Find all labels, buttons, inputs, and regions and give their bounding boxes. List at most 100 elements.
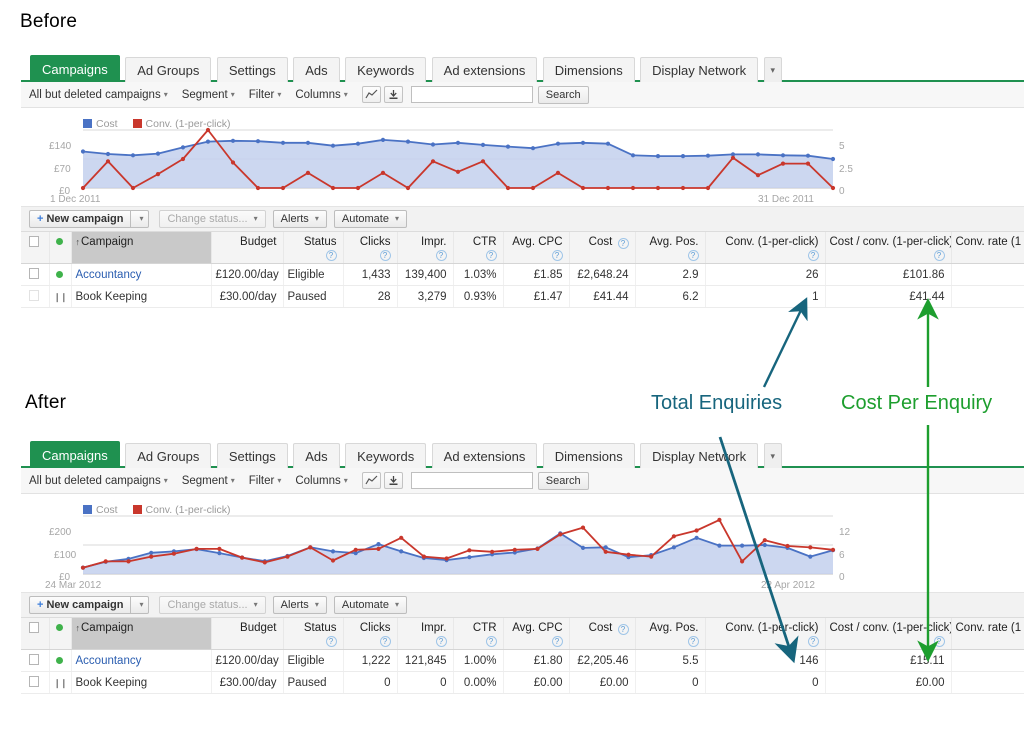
new-campaign-button[interactable]: + New campaign (29, 210, 132, 228)
tab-settings[interactable]: Settings (216, 57, 288, 82)
tab-overflow-chevron-down-icon[interactable]: ▾ (763, 57, 783, 82)
tab-ad-groups[interactable]: Ad Groups (125, 443, 212, 468)
table-row[interactable]: Accountancy £120.00/day Eligible 1,222 1… (21, 649, 1024, 672)
help-icon[interactable]: ? (435, 636, 447, 647)
th-cost[interactable]: Cost ? (569, 232, 636, 264)
help-icon[interactable]: ? (687, 636, 699, 647)
th-status[interactable]: Status? (283, 618, 344, 650)
th-clicks[interactable]: Clicks? (343, 618, 398, 650)
th-ctr[interactable]: CTR? (453, 618, 504, 650)
tab-campaigns[interactable]: Campaigns (30, 55, 120, 82)
th-conv-rate[interactable]: Conv. rate (1 (951, 232, 1024, 264)
table-row[interactable]: ❙❙ Book Keeping £30.00/day Paused 0 0 0.… (21, 671, 1024, 694)
campaign-link[interactable]: Book Keeping (76, 291, 148, 303)
campaign-scope-dropdown[interactable]: All but deleted campaigns ▾ (29, 475, 168, 487)
new-campaign-button[interactable]: + New campaign (29, 596, 132, 614)
help-icon[interactable]: ? (617, 624, 629, 635)
tab-settings[interactable]: Settings (216, 443, 288, 468)
checkbox-icon[interactable] (28, 289, 39, 301)
download-icon-button[interactable] (383, 86, 403, 103)
filter-dropdown[interactable]: Filter ▾ (249, 89, 282, 101)
columns-dropdown[interactable]: Columns ▾ (295, 475, 347, 487)
tab-ads[interactable]: Ads (293, 57, 340, 82)
tab-ad-groups[interactable]: Ad Groups (125, 57, 212, 82)
tab-keywords[interactable]: Keywords (345, 57, 427, 82)
th-select-all[interactable] (21, 618, 50, 650)
search-button[interactable]: Search (537, 471, 589, 490)
row-campaign[interactable]: Accountancy (71, 263, 212, 286)
help-icon[interactable]: ? (807, 250, 819, 261)
change-status-button[interactable]: Change status... ▾ (159, 210, 266, 228)
th-cost[interactable]: Cost ? (569, 618, 636, 650)
search-input[interactable] (410, 472, 533, 489)
row-checkbox[interactable] (21, 671, 50, 694)
help-icon[interactable]: ? (933, 636, 945, 647)
table-row[interactable]: Accountancy £120.00/day Eligible 1,433 1… (21, 263, 1024, 286)
checkbox-icon[interactable] (28, 236, 39, 247)
tab-dimensions[interactable]: Dimensions (542, 443, 635, 468)
campaign-link[interactable]: Accountancy (76, 269, 142, 281)
checkbox-icon[interactable] (28, 653, 39, 665)
new-campaign-dropdown[interactable]: ▾ (131, 596, 150, 614)
th-conv-rate[interactable]: Conv. rate (1 (951, 618, 1024, 650)
th-status[interactable]: Status? (283, 232, 344, 264)
help-icon[interactable]: ? (435, 250, 447, 261)
tab-ad-extensions[interactable]: Ad extensions (431, 57, 538, 82)
th-impressions[interactable]: Impr.? (397, 618, 454, 650)
th-cost-per-conversion[interactable]: Cost / conv. (1-per-click)? (825, 232, 952, 264)
table-row[interactable]: ❙❙ Book Keeping £30.00/day Paused 28 3,2… (21, 285, 1024, 308)
row-campaign[interactable]: Book Keeping (71, 671, 212, 694)
help-icon[interactable]: ? (325, 250, 337, 261)
tab-ads[interactable]: Ads (293, 443, 340, 468)
help-icon[interactable]: ? (379, 250, 391, 261)
alerts-button[interactable]: Alerts ▾ (272, 596, 327, 614)
row-checkbox[interactable] (21, 263, 50, 286)
th-avg-cpc[interactable]: Avg. CPC? (503, 232, 570, 264)
row-campaign[interactable]: Book Keeping (71, 285, 212, 308)
help-icon[interactable]: ? (379, 636, 391, 647)
tab-campaigns[interactable]: Campaigns (30, 441, 120, 468)
th-avg-pos[interactable]: Avg. Pos.? (635, 618, 706, 650)
tab-ad-extensions[interactable]: Ad extensions (431, 443, 538, 468)
tab-overflow-chevron-down-icon[interactable]: ▾ (763, 443, 783, 468)
chart-icon-button[interactable] (361, 472, 381, 489)
automate-button[interactable]: Automate ▾ (333, 210, 408, 228)
th-impressions[interactable]: Impr.? (397, 232, 454, 264)
search-input[interactable] (410, 86, 533, 103)
new-campaign-dropdown[interactable]: ▾ (131, 210, 150, 228)
th-conversions[interactable]: Conv. (1-per-click)? (705, 232, 826, 264)
help-icon[interactable]: ? (807, 636, 819, 647)
th-avg-cpc[interactable]: Avg. CPC? (503, 618, 570, 650)
change-status-button[interactable]: Change status... ▾ (159, 596, 266, 614)
download-icon-button[interactable] (383, 472, 403, 489)
th-clicks[interactable]: Clicks? (343, 232, 398, 264)
th-ctr[interactable]: CTR? (453, 232, 504, 264)
columns-dropdown[interactable]: Columns ▾ (295, 89, 347, 101)
tab-display-network[interactable]: Display Network (640, 57, 759, 82)
campaign-link[interactable]: Accountancy (76, 655, 142, 667)
campaign-scope-dropdown[interactable]: All but deleted campaigns ▾ (29, 89, 168, 101)
th-campaign[interactable]: ↑Campaign (71, 618, 212, 650)
tab-dimensions[interactable]: Dimensions (542, 57, 635, 82)
th-conversions[interactable]: Conv. (1-per-click)? (705, 618, 826, 650)
segment-dropdown[interactable]: Segment ▾ (182, 89, 235, 101)
checkbox-icon[interactable] (28, 267, 39, 279)
search-button[interactable]: Search (537, 85, 589, 104)
th-budget[interactable]: Budget (211, 232, 284, 264)
help-icon[interactable]: ? (617, 238, 629, 249)
th-select-all[interactable] (21, 232, 50, 264)
help-icon[interactable]: ? (687, 250, 699, 261)
segment-dropdown[interactable]: Segment ▾ (182, 475, 235, 487)
chart-icon-button[interactable] (361, 86, 381, 103)
checkbox-icon[interactable] (28, 675, 39, 687)
th-campaign[interactable]: ↑Campaign (71, 232, 212, 264)
help-icon[interactable]: ? (933, 250, 945, 261)
row-checkbox[interactable] (21, 649, 50, 672)
row-campaign[interactable]: Accountancy (71, 649, 212, 672)
help-icon[interactable]: ? (485, 636, 497, 647)
alerts-button[interactable]: Alerts ▾ (272, 210, 327, 228)
help-icon[interactable]: ? (325, 636, 337, 647)
th-cost-per-conversion[interactable]: Cost / conv. (1-per-click)? (825, 618, 952, 650)
tab-keywords[interactable]: Keywords (345, 443, 427, 468)
checkbox-icon[interactable] (28, 622, 39, 633)
